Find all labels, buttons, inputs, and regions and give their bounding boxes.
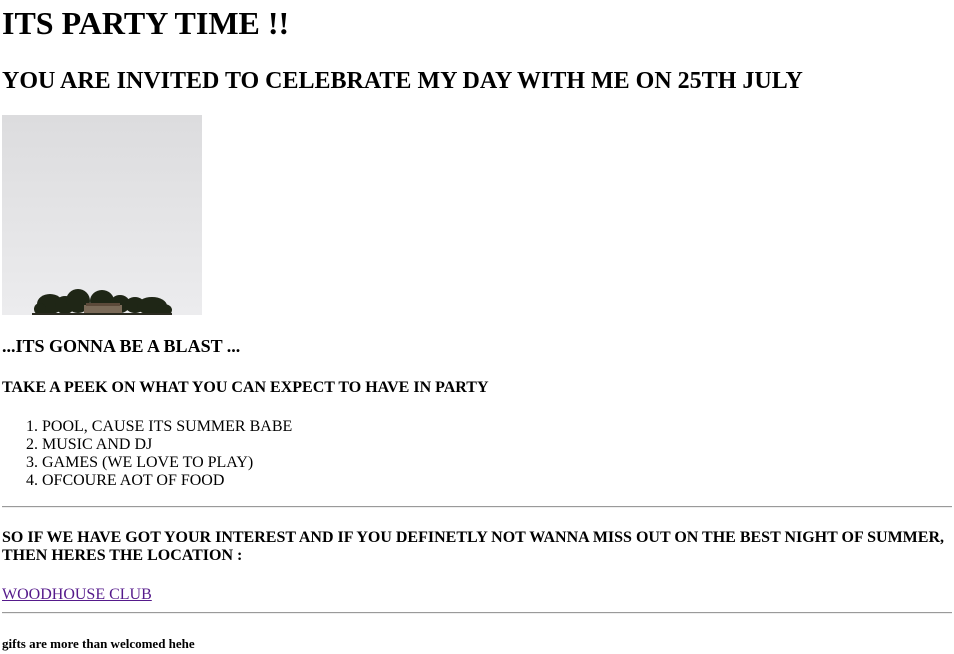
peek-heading: TAKE A PEEK ON WHAT YOU CAN EXPECT TO HA…: [2, 379, 489, 396]
list-item: MUSIC AND DJ: [42, 436, 952, 454]
list-item: OFCOURE AOT OF FOOD: [42, 472, 952, 490]
gifts-note: gifts are more than welcomed hehe: [2, 636, 195, 651]
page-title: ITS PARTY TIME !!: [2, 5, 290, 41]
party-photo: [2, 115, 202, 315]
divider: [2, 612, 952, 614]
blast-heading: ...ITS GONNA BE A BLAST ...: [2, 336, 241, 356]
list-item: GAMES (WE LOVE TO PLAY): [42, 454, 952, 472]
invitation-subtitle: YOU ARE INVITED TO CELEBRATE MY DAY WITH…: [2, 68, 803, 94]
expect-list: POOL, CAUSE ITS SUMMER BABE MUSIC AND DJ…: [2, 418, 952, 490]
list-item: POOL, CAUSE ITS SUMMER BABE: [42, 418, 952, 436]
location-link[interactable]: WOODHOUSE CLUB: [2, 585, 152, 604]
divider: [2, 506, 952, 508]
interest-heading: SO IF WE HAVE GOT YOUR INTEREST AND IF Y…: [2, 529, 945, 564]
